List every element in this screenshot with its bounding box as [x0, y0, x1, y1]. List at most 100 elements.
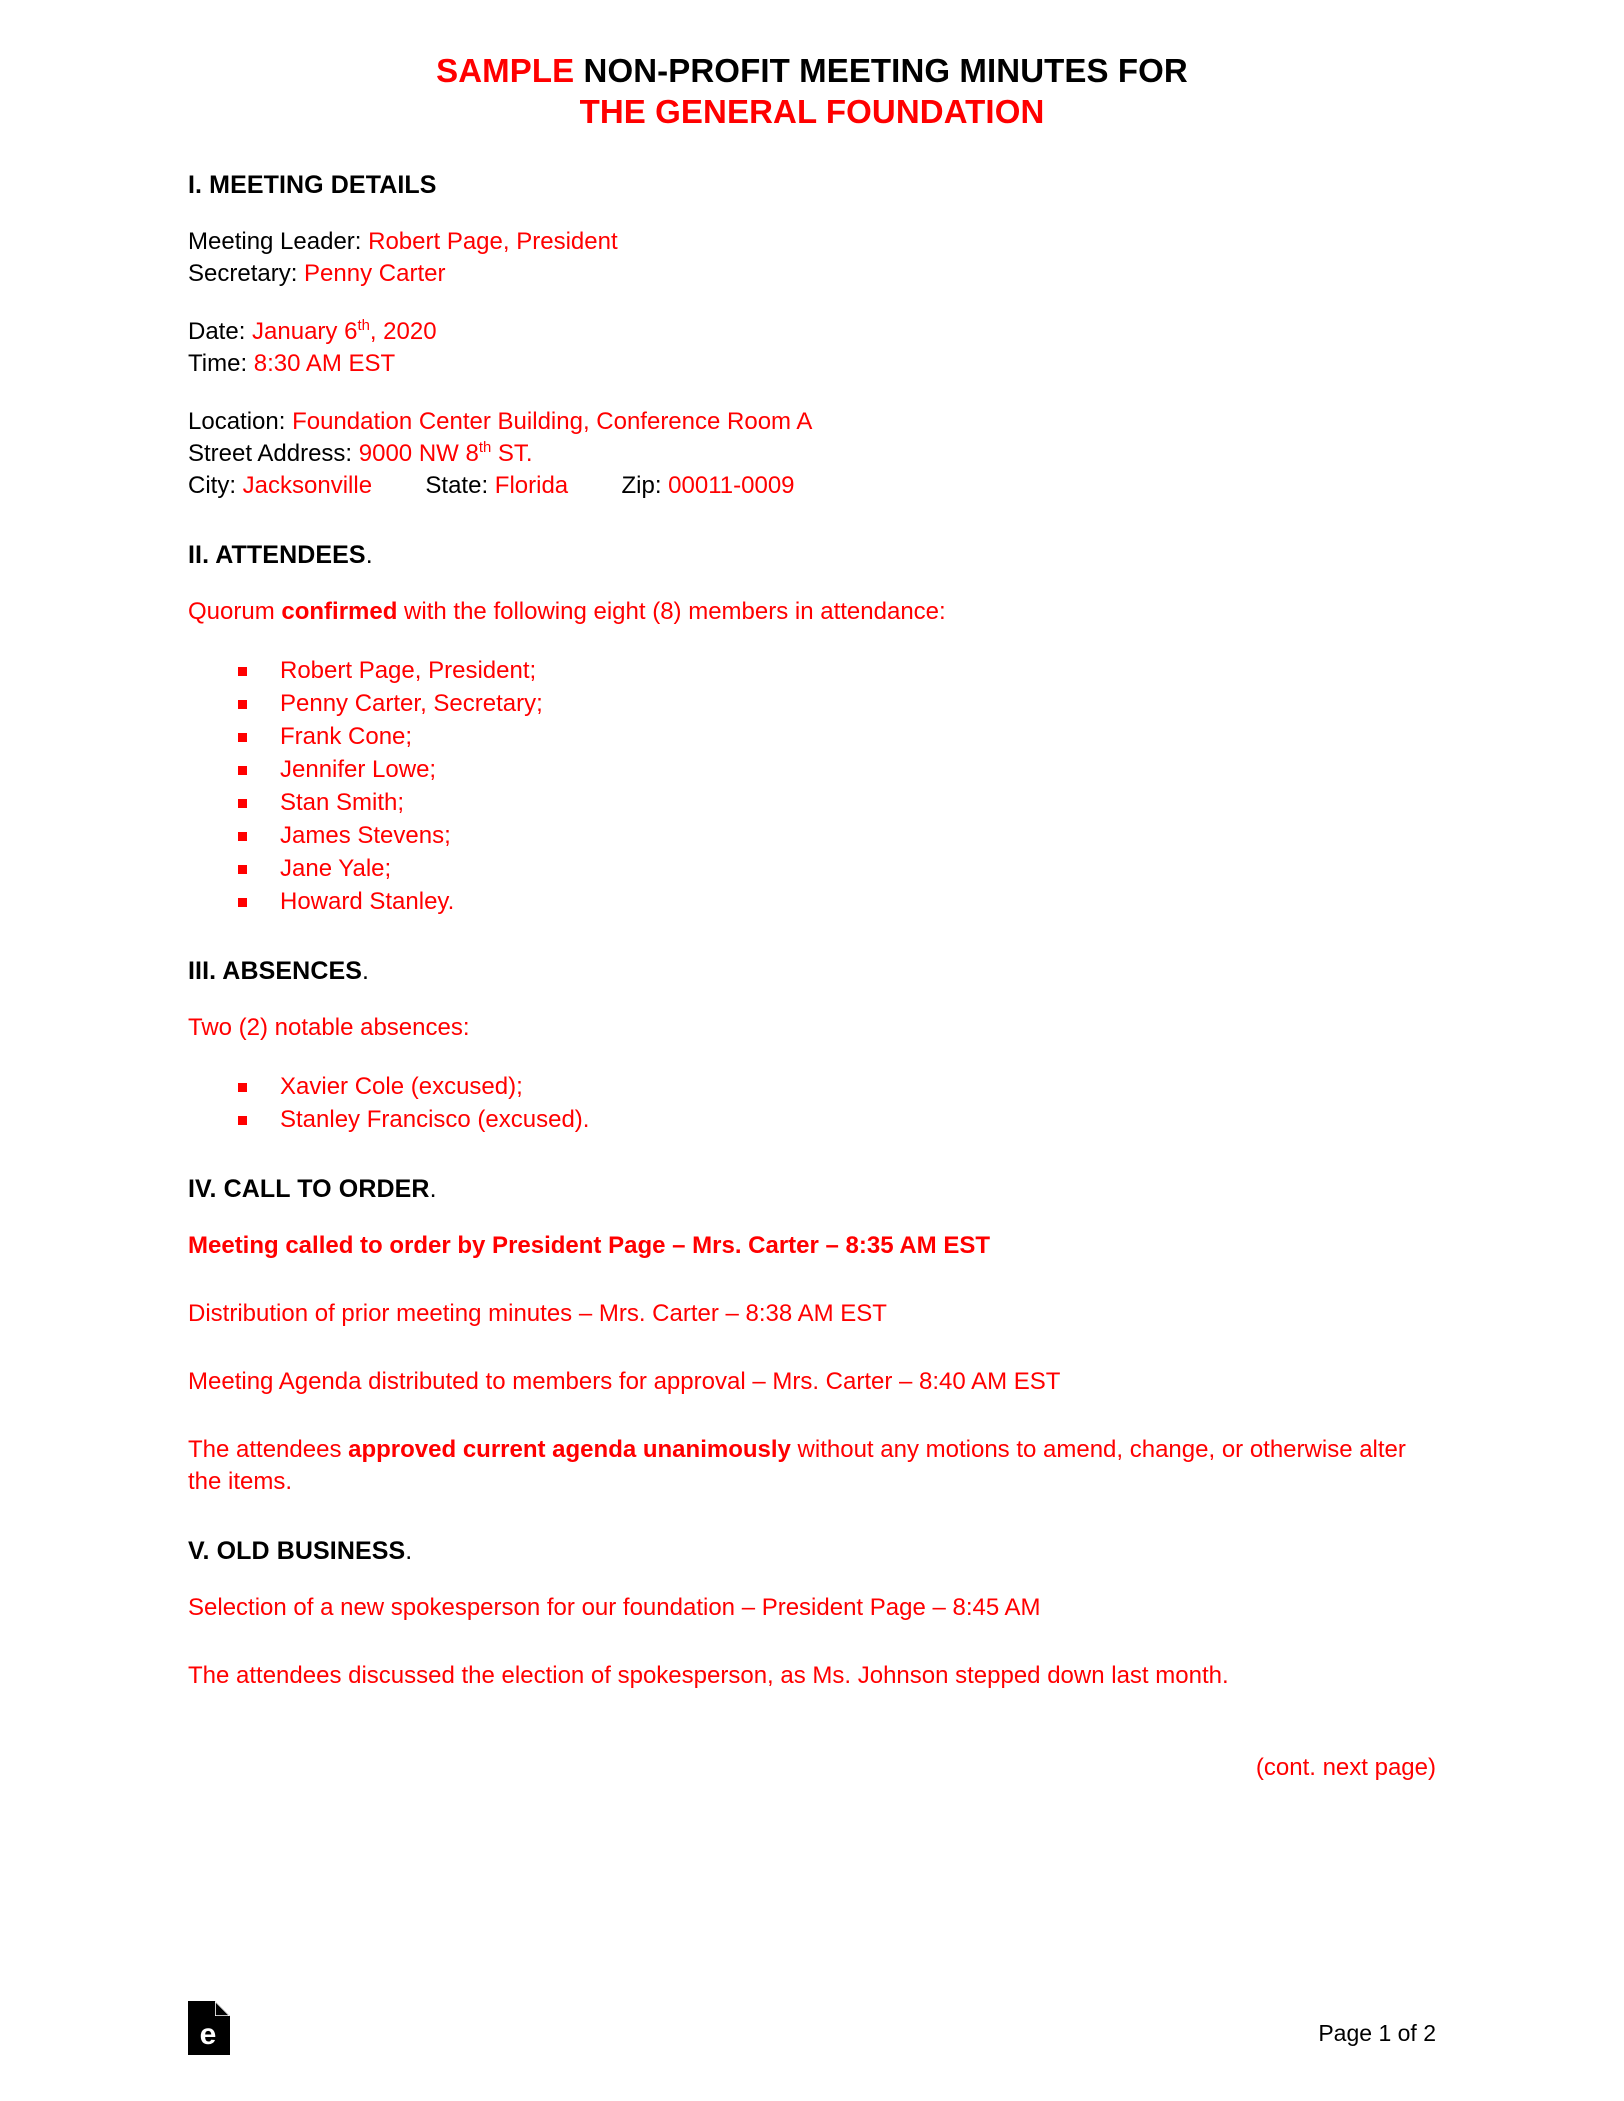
title-line-2: THE GENERAL FOUNDATION: [579, 93, 1045, 130]
heading-call-to-order-period: .: [429, 1175, 437, 1203]
quorum-pre: Quorum: [188, 598, 282, 625]
spokesperson-selection-line: Selection of a new spokesperson for our …: [188, 1594, 1041, 1621]
document-page: SAMPLE NON-PROFIT MEETING MINUTES FOR TH…: [0, 0, 1624, 2101]
square-bullet-icon: [238, 1083, 247, 1092]
heading-call-to-order-text: IV. CALL TO ORDER: [188, 1175, 430, 1203]
date-line: Date: January 6th, 2020: [188, 316, 1436, 348]
called-to-order-line: Meeting called to order by President Pag…: [188, 1232, 991, 1259]
approval-bold: approved current agenda unanimously: [348, 1436, 791, 1463]
heading-meeting-details: I. MEETING DETAILS: [188, 171, 437, 199]
list-item-label: Stan Smith;: [280, 789, 405, 816]
title-line-1-rest: NON-PROFIT MEETING MINUTES FOR: [574, 52, 1188, 89]
street-suffix: ST.: [491, 440, 533, 467]
square-bullet-icon: [238, 766, 247, 775]
distribution-line: Distribution of prior meeting minutes – …: [188, 1300, 887, 1327]
date-year: , 2020: [369, 318, 437, 345]
quorum-post: with the following eight (8) members in …: [397, 598, 946, 625]
heading-absences-text: III. ABSENCES: [188, 957, 363, 985]
list-item: Penny Carter, Secretary;: [188, 687, 1436, 720]
secretary-line: Secretary: Penny Carter: [188, 258, 1436, 290]
secretary-label: Secretary:: [188, 260, 305, 287]
title-line-1: SAMPLE NON-PROFIT MEETING MINUTES FOR: [188, 50, 1436, 91]
street-address-line: Street Address: 9000 NW 8th ST.: [188, 438, 1436, 470]
heading-old-business-period: .: [405, 1537, 413, 1565]
attendees-list: Robert Page, President; Penny Carter, Se…: [188, 654, 1436, 918]
heading-old-business-text: V. OLD BUSINESS: [188, 1537, 406, 1565]
list-item-label: Xavier Cole (excused);: [280, 1073, 523, 1100]
square-bullet-icon: [238, 700, 247, 709]
date-value: January 6th, 2020: [252, 318, 437, 345]
list-item: Stan Smith;: [188, 786, 1436, 819]
page-number: Page 1 of 2: [1318, 2020, 1436, 2046]
heading-attendees-text: II. ATTENDEES: [188, 541, 366, 569]
list-item: Xavier Cole (excused);: [188, 1070, 1436, 1103]
list-item-label: Howard Stanley.: [280, 888, 455, 915]
state-label: State:: [425, 472, 495, 499]
heading-absences-period: .: [362, 957, 370, 985]
square-bullet-icon: [238, 865, 247, 874]
agenda-distributed-line: Meeting Agenda distributed to members fo…: [188, 1368, 1061, 1395]
document-body: SAMPLE NON-PROFIT MEETING MINUTES FOR TH…: [188, 0, 1436, 1808]
heading-attendees-period: .: [365, 541, 373, 569]
time-label: Time:: [188, 350, 254, 377]
location-label: Location:: [188, 408, 293, 435]
list-item-label: Jane Yale;: [280, 855, 392, 882]
list-item-label: Jennifer Lowe;: [280, 756, 437, 783]
meeting-leader-label: Meeting Leader:: [188, 228, 369, 255]
list-item-label: James Stevens;: [280, 822, 451, 849]
date-label: Date:: [188, 318, 253, 345]
list-item: James Stevens;: [188, 819, 1436, 852]
approval-pre: The attendees: [188, 1436, 349, 1463]
secretary-value: Penny Carter: [304, 260, 446, 287]
list-item-label: Frank Cone;: [280, 723, 413, 750]
list-item-label: Stanley Francisco (excused).: [280, 1106, 590, 1133]
square-bullet-icon: [238, 1116, 247, 1125]
agenda-approval-paragraph: The attendees approved current agenda un…: [188, 1434, 1436, 1498]
zip-value: 00011-0009: [668, 472, 795, 499]
page-footer: e Page 1 of 2: [188, 1985, 1436, 2065]
meeting-leader-value: Robert Page, President: [368, 228, 618, 255]
gap-2: [568, 472, 621, 499]
absences-list: Xavier Cole (excused); Stanley Francisco…: [188, 1070, 1436, 1136]
logo-letter: e: [200, 2018, 217, 2051]
spokesperson-discussion-paragraph: The attendees discussed the election of …: [188, 1662, 1229, 1689]
square-bullet-icon: [238, 733, 247, 742]
page-title: SAMPLE NON-PROFIT MEETING MINUTES FOR TH…: [188, 50, 1436, 132]
city-label: City:: [188, 472, 243, 499]
zip-label: Zip:: [621, 472, 669, 499]
square-bullet-icon: [238, 898, 247, 907]
quorum-statement: Quorum confirmed with the following eigh…: [188, 596, 1436, 628]
city-value: Jacksonville: [242, 472, 373, 499]
location-line: Location: Foundation Center Building, Co…: [188, 406, 1436, 438]
eforms-logo-icon: e: [188, 2001, 230, 2055]
heading-old-business: V. OLD BUSINESS.: [188, 1536, 1436, 1566]
square-bullet-icon: [238, 832, 247, 841]
list-item-label: Robert Page, President;: [280, 657, 537, 684]
absences-intro: Two (2) notable absences:: [188, 1014, 470, 1041]
square-bullet-icon: [238, 667, 247, 676]
continuation-note: (cont. next page): [1255, 1754, 1436, 1781]
heading-absences: III. ABSENCES.: [188, 956, 1436, 986]
street-number: 9000 NW 8: [358, 440, 479, 467]
heading-attendees: II. ATTENDEES.: [188, 540, 1436, 570]
gap-1: [372, 472, 425, 499]
title-sample-word: SAMPLE: [436, 52, 575, 89]
list-item: Robert Page, President;: [188, 654, 1436, 687]
date-month-day: January 6: [252, 318, 358, 345]
street-address-label: Street Address:: [188, 440, 359, 467]
